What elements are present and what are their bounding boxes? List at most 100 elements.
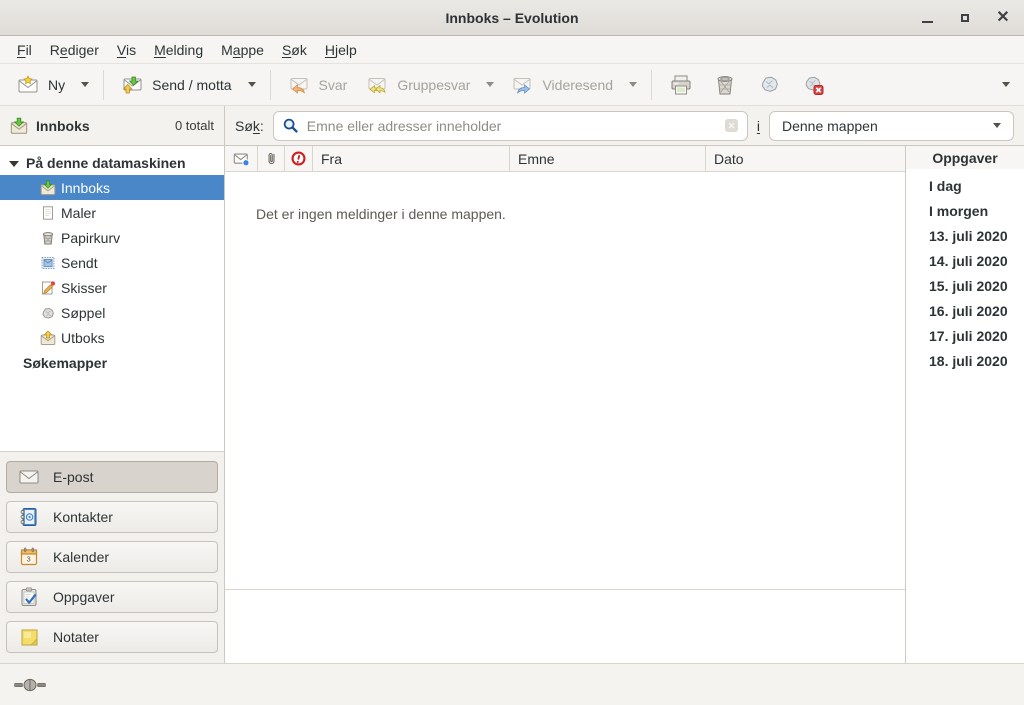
folder-label: Maler [61,205,96,221]
read-status-icon [233,150,250,167]
toolbar-overflow-button[interactable] [995,77,1017,92]
folder-label: Utboks [61,330,105,346]
column-priority[interactable] [285,146,313,171]
window-title: Innboks – Evolution [445,10,578,26]
switcher-label: E-post [53,469,93,485]
folder-label: Papirkurv [61,230,120,246]
folder-item-papirkurv[interactable]: Papirkurv [0,225,224,250]
outbox-icon [40,330,56,346]
search-area: Søk: i Denne mappen [225,106,1024,145]
column-date[interactable]: Dato [706,146,905,171]
chevron-down-icon [1002,82,1010,87]
printer-icon [668,72,694,98]
new-message-button[interactable]: Ny [7,68,74,102]
print-button[interactable] [659,67,703,103]
clear-search-icon[interactable] [724,118,739,133]
task-group-date[interactable]: 16. juli 2020 [906,298,1024,323]
folder-item-sendt[interactable]: Sendt [0,250,224,275]
toolbar-separator [651,70,652,100]
expander-icon[interactable] [9,161,19,167]
folder-label: Innboks [61,180,110,196]
folder-tree: På denne datamaskinen Innboks Maler [0,146,224,451]
switcher-contacts-button[interactable]: Kontakter [6,501,218,533]
close-icon: ✕ [996,10,1009,26]
notes-icon [18,626,40,648]
tasks-list: I dag I morgen 13. juli 2020 14. juli 20… [906,169,1024,373]
minimize-button[interactable] [916,7,938,29]
group-reply-button[interactable]: Gruppesvar [356,68,479,102]
task-group-today[interactable]: I dag [906,173,1024,198]
switcher-mail-button[interactable]: E-post [6,461,218,493]
templates-icon [40,205,56,221]
folder-item-skisser[interactable]: Skisser [0,275,224,300]
task-group-date[interactable]: 15. juli 2020 [906,273,1024,298]
preview-pane[interactable] [225,589,905,663]
folder-sidebar: På denne datamaskinen Innboks Maler [0,146,225,663]
send-receive-dropdown[interactable] [241,77,263,92]
not-junk-icon [800,72,826,98]
forward-button[interactable]: Videresend [501,68,622,102]
switcher-label: Kalender [53,549,109,565]
menu-sok[interactable]: Søk [273,36,316,63]
search-input[interactable] [307,118,716,134]
toolbar-separator [103,70,104,100]
forward-dropdown[interactable] [622,77,644,92]
switcher-notes-button[interactable]: Notater [6,621,218,653]
task-group-date[interactable]: 17. juli 2020 [906,323,1024,348]
chevron-down-icon [993,123,1001,128]
search-folders-label: Søkemapper [23,355,107,371]
folder-item-soppel[interactable]: Søppel [0,300,224,325]
tree-root-on-this-computer[interactable]: På denne datamaskinen [0,151,224,175]
folder-label: Sendt [61,255,98,271]
junk-button[interactable] [747,67,791,103]
tasks-icon [18,586,40,608]
new-message-dropdown[interactable] [74,77,96,92]
task-group-tomorrow[interactable]: I morgen [906,198,1024,223]
search-scope-connector: i [757,118,760,134]
reply-label: Svar [319,77,348,93]
inbox-icon [10,117,28,135]
maximize-button[interactable] [954,7,976,29]
task-group-date[interactable]: 18. juli 2020 [906,348,1024,373]
folder-item-maler[interactable]: Maler [0,200,224,225]
menu-vis[interactable]: Vis [108,36,145,63]
task-group-date[interactable]: 13. juli 2020 [906,223,1024,248]
group-reply-label: Gruppesvar [397,77,470,93]
task-group-date[interactable]: 14. juli 2020 [906,248,1024,273]
tree-root-search-folders[interactable]: Søkemapper [0,350,224,376]
reply-button[interactable]: Svar [278,68,357,102]
group-reply-dropdown[interactable] [479,77,501,92]
search-scope-dropdown[interactable]: Denne mappen [769,111,1014,141]
menu-mappe[interactable]: Mappe [212,36,273,63]
folder-item-innboks[interactable]: Innboks [0,175,224,200]
column-read-status[interactable] [225,146,258,171]
column-from[interactable]: Fra [313,146,510,171]
switcher-label: Oppgaver [53,589,114,605]
column-subject[interactable]: Emne [510,146,706,171]
switcher-tasks-button[interactable]: Oppgaver [6,581,218,613]
junk-icon [40,305,56,321]
evolution-window: Innboks – Evolution ✕ Fil Rediger Vis Me… [0,0,1024,705]
menu-hjelp[interactable]: Hjelp [316,36,366,63]
minimize-icon [922,21,933,24]
switcher-calendar-button[interactable]: 3 Kalender [6,541,218,573]
menu-melding[interactable]: Melding [145,36,212,63]
view-switcher: E-post Kontakter 3 Kalender [0,451,224,663]
message-list-pane: Fra Emne Dato Det er ingen meldinger i d… [225,146,905,663]
empty-folder-message: Det er ingen meldinger i denne mappen. [225,172,905,222]
folder-item-utboks[interactable]: Utboks [0,325,224,350]
close-button[interactable]: ✕ [992,7,1014,29]
message-list-body[interactable]: Det er ingen meldinger i denne mappen. [225,172,905,589]
menu-rediger[interactable]: Rediger [41,36,108,63]
not-junk-button[interactable] [791,67,835,103]
chevron-down-icon [486,82,494,87]
column-attachment[interactable] [258,146,285,171]
calendar-icon: 3 [18,546,40,568]
delete-button[interactable] [703,67,747,103]
window-controls: ✕ [916,0,1014,35]
online-status-plug-icon[interactable] [14,677,46,693]
folder-header: Innboks 0 totalt [0,106,225,145]
menu-fil[interactable]: Fil [8,36,41,63]
send-receive-button[interactable]: Send / motta [111,68,240,102]
tasks-panel-header[interactable]: Oppgaver [906,146,1024,169]
